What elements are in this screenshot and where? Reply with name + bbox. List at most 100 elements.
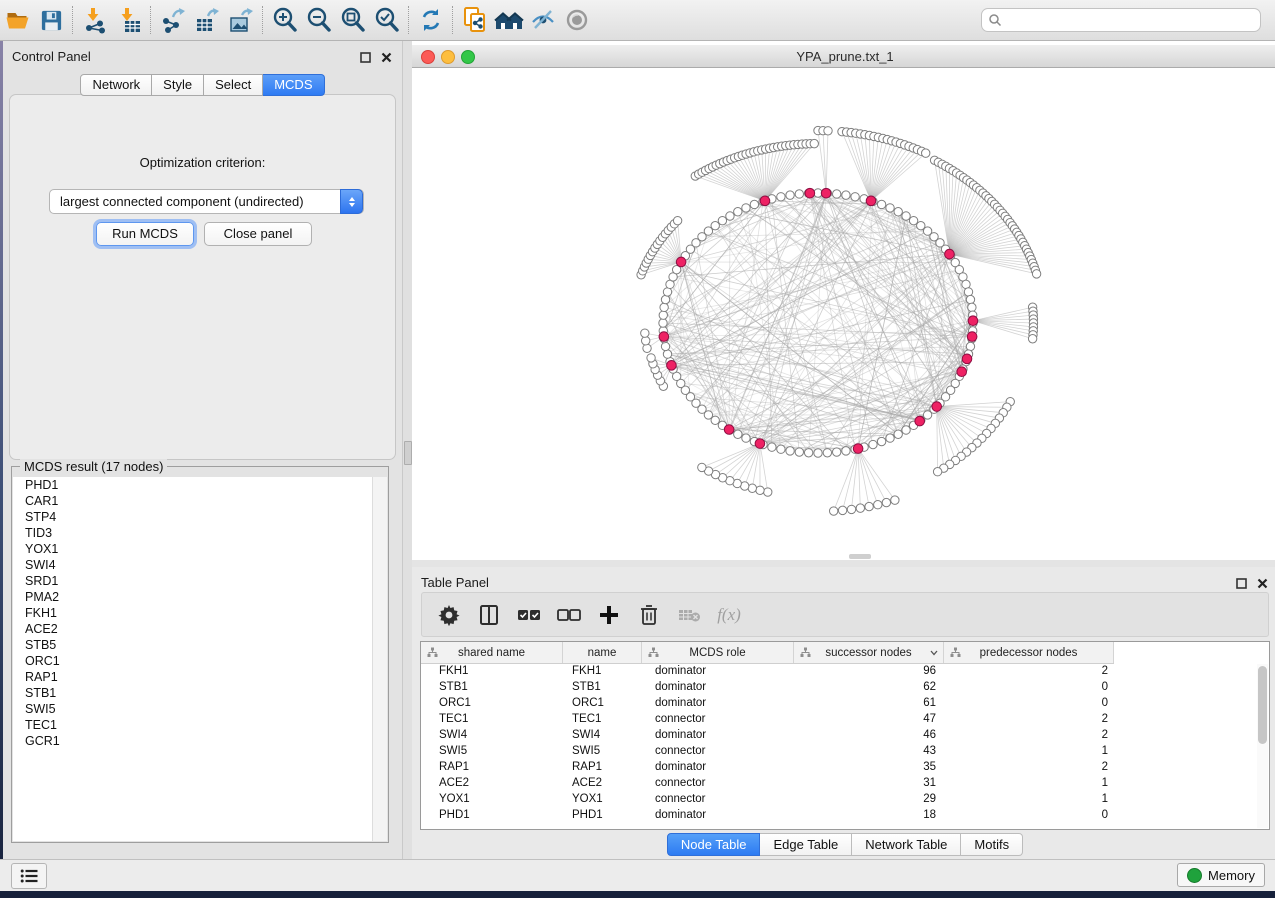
mcds-node-item[interactable]: GCR1 [13, 733, 373, 749]
mcds-node-item[interactable]: FKH1 [13, 605, 373, 621]
mcds-hub-node[interactable] [676, 257, 686, 267]
network-titlebar[interactable]: YPA_prune.txt_1 [412, 45, 1275, 68]
table-row[interactable]: RAP1RAP1dominator352 [421, 759, 1256, 775]
network-leaf-node[interactable] [764, 488, 772, 496]
network-node[interactable] [661, 295, 669, 303]
network-leaf-node[interactable] [921, 149, 929, 157]
network-node[interactable] [786, 447, 794, 455]
mcds-result-list[interactable]: PHD1CAR1STP4TID3YOX1SWI4SRD1PMA2FKH1ACE2… [13, 477, 373, 841]
zoom-selected-icon[interactable] [370, 5, 404, 35]
mcds-hub-node[interactable] [667, 361, 677, 371]
mcds-hub-node[interactable] [821, 188, 831, 198]
column-header-name[interactable]: name [563, 642, 642, 663]
network-node[interactable] [823, 449, 831, 457]
tab-node-table[interactable]: Node Table [667, 833, 761, 856]
mcds-hub-node[interactable] [932, 402, 942, 412]
network-node[interactable] [886, 434, 894, 442]
tab-edge-table[interactable]: Edge Table [760, 833, 852, 856]
table-row[interactable]: TEC1TEC1connector472 [421, 711, 1256, 727]
zoom-out-icon[interactable] [302, 5, 336, 35]
refresh-view-icon[interactable] [414, 5, 448, 35]
mcds-hub-node[interactable] [945, 249, 955, 259]
network-node[interactable] [832, 190, 840, 198]
home-icon[interactable] [492, 5, 526, 35]
close-panel-icon[interactable] [381, 50, 392, 68]
mcds-hub-node[interactable] [853, 444, 863, 454]
network-leaf-node[interactable] [856, 504, 864, 512]
network-node[interactable] [777, 445, 785, 453]
zoom-in-icon[interactable] [268, 5, 302, 35]
mcds-node-item[interactable]: TID3 [13, 525, 373, 541]
network-leaf-node[interactable] [874, 501, 882, 509]
column-header-successor-nodes[interactable]: successor nodes [794, 642, 944, 663]
network-node[interactable] [777, 193, 785, 201]
table-scrollbar-thumb[interactable] [1258, 666, 1267, 744]
deselect-all-rows-icon[interactable] [552, 598, 586, 632]
export-table-icon[interactable] [190, 5, 224, 35]
network-node[interactable] [786, 191, 794, 199]
table-row[interactable]: STB1STB1dominator620 [421, 679, 1256, 695]
network-node[interactable] [711, 221, 719, 229]
network-leaf-node[interactable] [882, 498, 890, 506]
split-columns-icon[interactable] [472, 598, 506, 632]
network-node[interactable] [659, 319, 667, 327]
network-leaf-node[interactable] [824, 127, 832, 135]
mcds-hub-node[interactable] [659, 332, 669, 342]
network-node[interactable] [964, 288, 972, 296]
network-node[interactable] [742, 434, 750, 442]
network-node[interactable] [902, 212, 910, 220]
mcds-node-item[interactable]: STP4 [13, 509, 373, 525]
mcds-hub-node[interactable] [724, 425, 734, 435]
hide-details-icon[interactable] [526, 5, 560, 35]
mcds-hub-node[interactable] [968, 316, 978, 326]
network-node[interactable] [814, 449, 822, 457]
tab-network-table[interactable]: Network Table [852, 833, 961, 856]
network-node[interactable] [832, 448, 840, 456]
network-node[interactable] [966, 295, 974, 303]
mcds-node-item[interactable]: STB1 [13, 685, 373, 701]
network-leaf-node[interactable] [673, 216, 681, 224]
function-builder-icon[interactable]: f(x) [712, 598, 746, 632]
network-node[interactable] [659, 311, 667, 319]
horizontal-splitter[interactable] [412, 560, 1275, 567]
network-leaf-node[interactable] [756, 486, 764, 494]
mcds-hub-node[interactable] [915, 416, 925, 426]
export-network-icon[interactable] [156, 5, 190, 35]
table-row[interactable]: SWI4SWI4dominator462 [421, 727, 1256, 743]
mcds-hub-node[interactable] [967, 332, 977, 342]
network-node[interactable] [886, 204, 894, 212]
criterion-dropdown[interactable]: largest connected component (undirected) [49, 189, 364, 214]
mcds-node-item[interactable]: RAP1 [13, 669, 373, 685]
add-row-icon[interactable] [592, 598, 626, 632]
network-graph[interactable] [412, 68, 1275, 560]
network-node[interactable] [869, 440, 877, 448]
network-node[interactable] [663, 350, 671, 358]
network-leaf-node[interactable] [829, 507, 837, 515]
mcds-node-item[interactable]: TEC1 [13, 717, 373, 733]
tab-style[interactable]: Style [152, 74, 204, 96]
network-node[interactable] [750, 200, 758, 208]
network-leaf-node[interactable] [933, 468, 941, 476]
network-node[interactable] [842, 191, 850, 199]
table-row[interactable]: SWI5SWI5connector431 [421, 743, 1256, 759]
close-panel-button[interactable]: Close panel [204, 222, 312, 246]
float-panel-icon[interactable] [360, 50, 371, 68]
destroy-table-icon[interactable] [672, 598, 706, 632]
network-node[interactable] [902, 426, 910, 434]
network-leaf-node[interactable] [1032, 270, 1040, 278]
mcds-hub-node[interactable] [957, 367, 967, 377]
network-node[interactable] [877, 200, 885, 208]
network-node[interactable] [795, 448, 803, 456]
network-leaf-node[interactable] [1028, 335, 1036, 343]
task-history-button[interactable] [11, 863, 47, 889]
table-row[interactable]: ORC1ORC1dominator610 [421, 695, 1256, 711]
table-row[interactable]: PHD1PHD1dominator180 [421, 807, 1256, 823]
table-row[interactable]: YOX1YOX1connector291 [421, 791, 1256, 807]
network-node[interactable] [877, 437, 885, 445]
network-node[interactable] [804, 449, 812, 457]
network-canvas[interactable] [412, 68, 1275, 560]
mcds-hub-node[interactable] [760, 196, 770, 206]
network-node[interactable] [909, 216, 917, 224]
network-leaf-node[interactable] [698, 463, 706, 471]
table-row[interactable]: ACE2ACE2connector311 [421, 775, 1256, 791]
